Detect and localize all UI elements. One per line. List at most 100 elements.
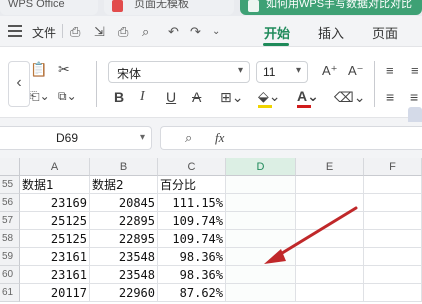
decrease-font-icon[interactable]: A⁻: [348, 63, 364, 79]
font-color-icon[interactable]: A⌄: [297, 88, 319, 105]
row-header[interactable]: 59: [0, 248, 20, 266]
table-cell[interactable]: [364, 266, 422, 284]
table-cell[interactable]: [226, 176, 296, 194]
table-cell[interactable]: [364, 194, 422, 212]
table-cell[interactable]: [296, 212, 364, 230]
tab-spreadsheet-active[interactable]: 如何用WPS手写数据对比对比: [240, 0, 422, 15]
paste-options-icon[interactable]: ⎗⌄: [30, 89, 50, 104]
table-cell[interactable]: [364, 230, 422, 248]
tab-document[interactable]: 页面无模板: [104, 0, 234, 15]
copy-icon[interactable]: ⧉⌄: [58, 89, 77, 104]
tab-wps-office[interactable]: WPS Office: [0, 0, 98, 15]
increase-font-icon[interactable]: A⁺: [322, 63, 338, 79]
spreadsheet-grid: A B C D E F 55 数据1 数据2 百分比 56 23169 20845 111.1…: [0, 158, 422, 304]
table-cell[interactable]: [296, 266, 364, 284]
insert-function-button[interactable]: fx: [215, 130, 224, 146]
table-cell[interactable]: 109.74%: [158, 230, 226, 248]
row-header[interactable]: 56: [0, 194, 20, 212]
table-cell[interactable]: [226, 266, 296, 284]
align-center-text-icon[interactable]: ≡: [410, 89, 418, 105]
save-icon[interactable]: ⎙: [70, 24, 80, 40]
font-size-select[interactable]: 11 ▾: [256, 61, 308, 83]
underline-button[interactable]: U: [166, 89, 176, 105]
document-icon: [112, 0, 123, 12]
table-cell[interactable]: 98.36%: [158, 248, 226, 266]
table-cell[interactable]: 25125: [20, 230, 90, 248]
table-cell[interactable]: 22960: [90, 284, 158, 302]
row-header[interactable]: 55: [0, 176, 20, 194]
cut-icon[interactable]: ✂: [58, 61, 70, 78]
select-all-corner[interactable]: [0, 158, 20, 176]
font-name-select[interactable]: 宋体 ▾: [108, 61, 250, 83]
table-cell[interactable]: 23161: [20, 266, 90, 284]
table-cell[interactable]: [226, 248, 296, 266]
table-cell[interactable]: 23548: [90, 266, 158, 284]
table-cell[interactable]: 87.62%: [158, 284, 226, 302]
table-cell[interactable]: [364, 212, 422, 230]
align-left-icon[interactable]: ≡: [411, 63, 419, 78]
font-color-swatch: [297, 105, 311, 108]
column-header-e[interactable]: E: [296, 158, 364, 176]
column-header-c[interactable]: C: [158, 158, 226, 176]
row-header[interactable]: 60: [0, 266, 20, 284]
print-preview-icon[interactable]: ⌕: [142, 24, 149, 40]
table-cell[interactable]: [364, 176, 422, 194]
table-cell[interactable]: [296, 176, 364, 194]
table-cell[interactable]: 109.74%: [158, 212, 226, 230]
hamburger-menu-icon[interactable]: [8, 25, 22, 37]
table-cell[interactable]: 22895: [90, 212, 158, 230]
table-cell[interactable]: [226, 230, 296, 248]
borders-icon[interactable]: ⊞⌄: [220, 89, 243, 106]
table-cell[interactable]: 98.36%: [158, 266, 226, 284]
align-top-icon[interactable]: ≡: [386, 63, 394, 78]
table-cell[interactable]: 23161: [20, 248, 90, 266]
table-cell[interactable]: [226, 284, 296, 302]
row-header[interactable]: 57: [0, 212, 20, 230]
strikethrough-button[interactable]: A: [192, 89, 201, 105]
chevron-down-icon[interactable]: ⌄: [212, 26, 220, 37]
table-cell[interactable]: [296, 284, 364, 302]
tab-insert[interactable]: 插入: [318, 23, 344, 42]
table-cell[interactable]: [364, 284, 422, 302]
table-cell[interactable]: 数据1: [20, 176, 90, 194]
name-box[interactable]: D69 ▾: [0, 126, 152, 150]
formula-input[interactable]: [241, 129, 421, 147]
table-cell[interactable]: 百分比: [158, 176, 226, 194]
file-menu[interactable]: 文件: [32, 24, 56, 41]
font-name-value: 宋体: [117, 67, 142, 81]
fill-color-icon[interactable]: ⬙⌄: [258, 88, 281, 105]
table-cell[interactable]: 23548: [90, 248, 158, 266]
table-cell[interactable]: 23169: [20, 194, 90, 212]
column-header-b[interactable]: B: [90, 158, 158, 176]
print-icon[interactable]: ⎙: [118, 24, 128, 40]
column-header-a[interactable]: A: [20, 158, 90, 176]
row-header[interactable]: 61: [0, 284, 20, 302]
italic-button[interactable]: I: [140, 89, 145, 105]
table-cell[interactable]: 22895: [90, 230, 158, 248]
column-header-d[interactable]: D: [226, 158, 296, 176]
tab-page[interactable]: 页面: [372, 23, 398, 42]
column-header-f[interactable]: F: [364, 158, 422, 176]
table-cell[interactable]: 111.15%: [158, 194, 226, 212]
row-header[interactable]: 58: [0, 230, 20, 248]
table-cell[interactable]: 数据2: [90, 176, 158, 194]
table-cell[interactable]: [226, 194, 296, 212]
tab-home[interactable]: 开始: [264, 23, 290, 42]
table-cell[interactable]: [364, 248, 422, 266]
bold-button[interactable]: B: [114, 89, 124, 105]
table-cell[interactable]: [296, 230, 364, 248]
table-cell[interactable]: [296, 248, 364, 266]
table-cell[interactable]: [296, 194, 364, 212]
table-cell[interactable]: [226, 212, 296, 230]
zoom-search-icon[interactable]: ⌕: [185, 130, 192, 146]
export-icon[interactable]: ⇲: [94, 24, 105, 40]
paste-icon[interactable]: 📋: [30, 61, 47, 78]
eraser-icon[interactable]: ⌫⌄: [334, 89, 366, 106]
table-cell[interactable]: 20117: [20, 284, 90, 302]
redo-icon[interactable]: ↷: [190, 24, 201, 40]
table-cell[interactable]: 20845: [90, 194, 158, 212]
ribbon-collapse-button[interactable]: ‹: [8, 61, 30, 107]
undo-icon[interactable]: ↶: [168, 24, 179, 40]
align-left-text-icon[interactable]: ≡: [386, 89, 394, 105]
table-cell[interactable]: 25125: [20, 212, 90, 230]
